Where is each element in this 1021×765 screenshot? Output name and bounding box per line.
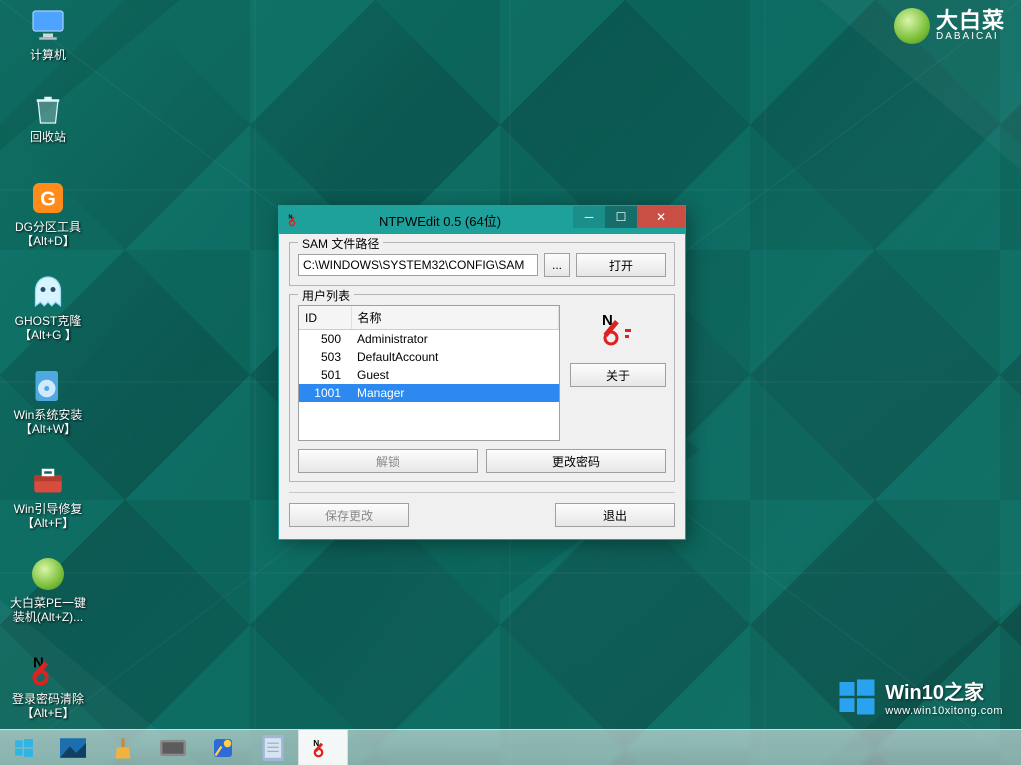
exit-button[interactable]: 退出 [555,503,675,527]
watermark-title: Win10之家 [885,676,1003,705]
desktop-icon-label: 回收站 [8,130,88,144]
titlebar[interactable]: N NTPWEdit 0.5 (64位) ─ ☐ ✕ [279,206,685,234]
taskbar-item-hardware[interactable] [148,730,198,765]
key-icon: N [28,650,68,690]
desktop-icon-label: 登录密码清除 【Alt+E】 [8,692,88,720]
desktop-icon-label: Win系统安装 【Alt+W】 [8,408,88,436]
windows-icon [837,677,877,717]
col-name[interactable]: 名称 [351,306,559,330]
open-button[interactable]: 打开 [576,253,666,277]
user-row[interactable]: 501Guest [299,366,559,384]
desktop-icon-bootfix[interactable]: Win引导修复 【Alt+F】 [8,460,88,530]
taskbar-item-ntpwedit[interactable]: N [298,730,348,765]
userlist-group: 用户列表 ID 名称 500Administrator503DefaultAcc… [289,294,675,482]
monitor-icon [28,6,68,46]
taskbar-item-tweak[interactable] [198,730,248,765]
recyclebin-icon [28,88,68,128]
partition-icon: G [28,178,68,218]
browse-button[interactable]: ... [544,253,570,277]
user-row[interactable]: 503DefaultAccount [299,348,559,366]
user-row[interactable]: 500Administrator [299,330,559,349]
desktop-icon-label: GHOST克隆 【Alt+G 】 [8,314,88,342]
desktop-icon-ghost[interactable]: GHOST克隆 【Alt+G 】 [8,272,88,342]
taskbar-item-notepad[interactable] [248,730,298,765]
ghost-icon [28,272,68,312]
cabbage-icon [28,554,68,594]
change-password-button[interactable]: 更改密码 [486,449,666,473]
watermark: Win10之家 www.win10xitong.com [837,676,1003,717]
desktop-icon-ntpwedit[interactable]: N 登录密码清除 【Alt+E】 [8,650,88,720]
sam-path-group: SAM 文件路径 ... 打开 [289,242,675,286]
window-title: NTPWEdit 0.5 (64位) [307,211,573,230]
desktop-icon-label: DG分区工具 【Alt+D】 [8,220,88,248]
brand-logo: 大白菜 DABAICAI [894,8,1005,44]
app-logo-icon: N [598,309,638,349]
user-list[interactable]: ID 名称 500Administrator503DefaultAccount5… [298,305,560,441]
user-row[interactable]: 1001Manager [299,384,559,402]
app-window-ntpwedit: N NTPWEdit 0.5 (64位) ─ ☐ ✕ SAM 文件路径 ... … [278,205,686,540]
toolbox-icon [28,460,68,500]
unlock-button[interactable]: 解锁 [298,449,478,473]
brand-cn: 大白菜 [936,10,1005,32]
col-id[interactable]: ID [299,306,351,330]
desktop-icon-diskgenius[interactable]: G DG分区工具 【Alt+D】 [8,178,88,248]
sam-path-input[interactable] [298,254,538,276]
desktop-icon-label: 计算机 [8,48,88,62]
start-button[interactable] [0,730,48,765]
watermark-url: www.win10xitong.com [885,705,1003,717]
about-button[interactable]: 关于 [570,363,666,387]
desktop-icon-computer[interactable]: 计算机 [8,6,88,62]
minimize-button[interactable]: ─ [573,206,605,228]
svg-text:G: G [40,189,56,211]
desktop-icon-label: Win引导修复 【Alt+F】 [8,502,88,530]
save-button[interactable]: 保存更改 [289,503,409,527]
taskbar-item-desktop[interactable] [48,730,98,765]
userlist-group-label: 用户列表 [298,287,354,304]
maximize-button[interactable]: ☐ [605,206,637,228]
taskbar: N [0,729,1021,765]
taskbar-item-cleanup[interactable] [98,730,148,765]
desktop-icon-wininstall[interactable]: Win系统安装 【Alt+W】 [8,366,88,436]
disc-icon [28,366,68,406]
close-button[interactable]: ✕ [637,206,685,228]
cabbage-icon [894,8,930,44]
desktop-icon-dabaicai[interactable]: 大白菜PE一键 装机(Alt+Z)... [8,554,88,624]
desktop-icon-label: 大白菜PE一键 装机(Alt+Z)... [8,596,88,624]
desktop-icon-recyclebin[interactable]: 回收站 [8,88,88,144]
separator [289,492,675,493]
sam-group-label: SAM 文件路径 [298,235,383,252]
brand-en: DABAICAI [936,32,1005,42]
app-icon: N [283,212,307,228]
